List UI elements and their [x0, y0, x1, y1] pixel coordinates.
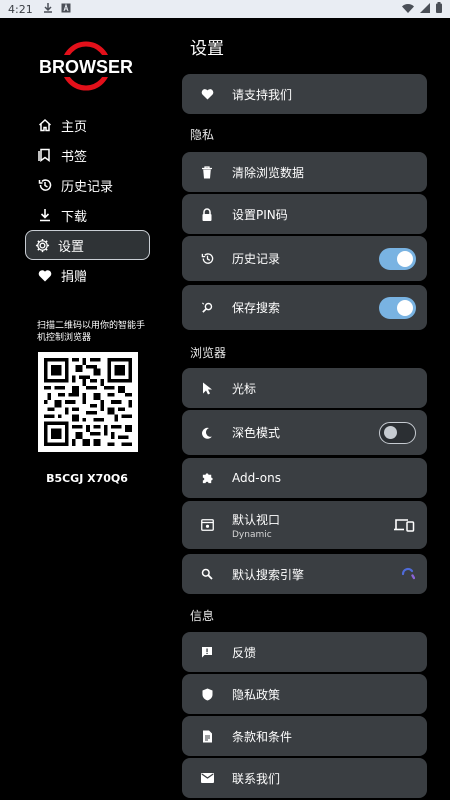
search-icon	[200, 567, 214, 581]
support-us-label: 请支持我们	[232, 87, 293, 102]
addons-label: Add-ons	[232, 471, 281, 485]
toggle-knob	[397, 299, 413, 316]
default-viewport-item[interactable]: 默认视口 Dynamic	[182, 501, 427, 549]
set-pin-item[interactable]: 设置PIN码	[182, 194, 427, 234]
cursor-label: 光标	[232, 381, 257, 396]
sidebar: BROWSER 主页 书签 历史记录 下载 设置 捐赠 扫描二维码以用你的智能手…	[0, 18, 170, 800]
wifi-icon	[402, 3, 414, 16]
lock-icon	[200, 207, 214, 221]
a-badge-icon	[61, 2, 71, 16]
heart-icon	[200, 87, 214, 101]
bookmark-icon	[37, 147, 53, 163]
dark-mode-label: 深色模式	[232, 426, 281, 440]
save-search-item[interactable]: 保存搜索	[182, 285, 427, 330]
sidebar-item-history[interactable]: 历史记录	[25, 170, 150, 200]
puzzle-icon	[200, 471, 214, 485]
browser-logo: BROWSER	[36, 38, 136, 94]
qr-code-image	[38, 352, 138, 452]
sidebar-item-downloads[interactable]: 下载	[25, 200, 150, 230]
save-search-label: 保存搜索	[232, 301, 281, 315]
terms-conditions-item[interactable]: 条款和条件	[182, 716, 427, 756]
status-bar: 4:21	[0, 0, 450, 18]
history-icon	[200, 252, 214, 266]
heart-icon	[37, 267, 53, 283]
history-setting-item[interactable]: 历史记录	[182, 236, 427, 281]
history-icon	[37, 177, 53, 193]
battery-icon	[436, 2, 442, 16]
viewport-icon	[200, 518, 214, 532]
download-icon	[37, 207, 53, 223]
feedback-label: 反馈	[232, 645, 257, 660]
default-viewport-value: Dynamic	[232, 529, 272, 540]
privacy-section-header: 隐私	[190, 128, 215, 142]
cursor-icon	[200, 381, 214, 395]
sidebar-item-label: 捐赠	[61, 269, 88, 285]
sidebar-item-label: 主页	[61, 119, 88, 135]
shield-icon	[200, 687, 214, 701]
set-pin-label: 设置PIN码	[232, 207, 288, 222]
privacy-policy-item[interactable]: 隐私政策	[182, 674, 427, 714]
mail-icon	[200, 771, 214, 785]
sidebar-item-label: 历史记录	[61, 179, 114, 195]
history-setting-label: 历史记录	[232, 252, 281, 266]
sidebar-item-home[interactable]: 主页	[25, 110, 150, 140]
status-time: 4:21	[8, 2, 33, 16]
default-viewport-label: 默认视口	[232, 512, 281, 527]
dark-mode-item[interactable]: 深色模式	[182, 410, 427, 455]
sidebar-item-donate[interactable]: 捐赠	[25, 260, 150, 290]
sidebar-item-label: 下载	[61, 209, 88, 225]
contact-us-item[interactable]: 联系我们	[182, 758, 427, 798]
browser-section-header: 浏览器	[190, 346, 227, 360]
signal-icon	[420, 2, 430, 16]
clear-browsing-data-item[interactable]: 清除浏览数据	[182, 152, 427, 192]
home-icon	[37, 117, 53, 133]
pairing-code: B5CGJ X70Q6	[46, 472, 128, 485]
devices-icon	[393, 517, 415, 533]
gear-icon	[34, 237, 50, 253]
sidebar-item-bookmarks[interactable]: 书签	[25, 140, 150, 170]
default-search-engine-item[interactable]: 默认搜索引擎	[182, 554, 427, 594]
sidebar-item-settings[interactable]: 设置	[25, 230, 150, 260]
terms-conditions-label: 条款和条件	[232, 729, 293, 744]
document-icon	[200, 729, 214, 743]
search-engine-logo-icon	[401, 567, 415, 581]
history-toggle[interactable]	[379, 247, 416, 270]
default-search-engine-label: 默认搜索引擎	[232, 567, 305, 582]
contact-us-label: 联系我们	[232, 771, 281, 786]
download-icon	[43, 2, 53, 16]
feedback-item[interactable]: 反馈	[182, 632, 427, 672]
clear-browsing-data-label: 清除浏览数据	[232, 165, 305, 180]
toggle-knob	[397, 250, 413, 267]
feedback-icon	[200, 645, 214, 659]
save-search-toggle[interactable]	[379, 296, 416, 319]
sidebar-item-label: 书签	[61, 149, 88, 165]
toggle-knob	[384, 425, 397, 439]
qr-caption: 扫描二维码以用你的智能手机控制浏览器	[37, 321, 146, 343]
cursor-item[interactable]: 光标	[182, 368, 427, 408]
sidebar-item-label: 设置	[58, 239, 85, 255]
search-history-icon	[200, 301, 214, 315]
sidebar-nav: 主页 书签 历史记录 下载 设置 捐赠	[25, 110, 150, 290]
trash-icon	[200, 165, 214, 179]
info-section-header: 信息	[190, 609, 215, 623]
support-us-item[interactable]: 请支持我们	[182, 74, 427, 114]
page-title: 设置	[190, 39, 224, 59]
moon-icon	[200, 426, 214, 440]
privacy-policy-label: 隐私政策	[232, 687, 281, 702]
dark-mode-toggle[interactable]	[379, 421, 416, 444]
logo-text: BROWSER	[39, 57, 133, 77]
addons-item[interactable]: Add-ons	[182, 458, 427, 498]
